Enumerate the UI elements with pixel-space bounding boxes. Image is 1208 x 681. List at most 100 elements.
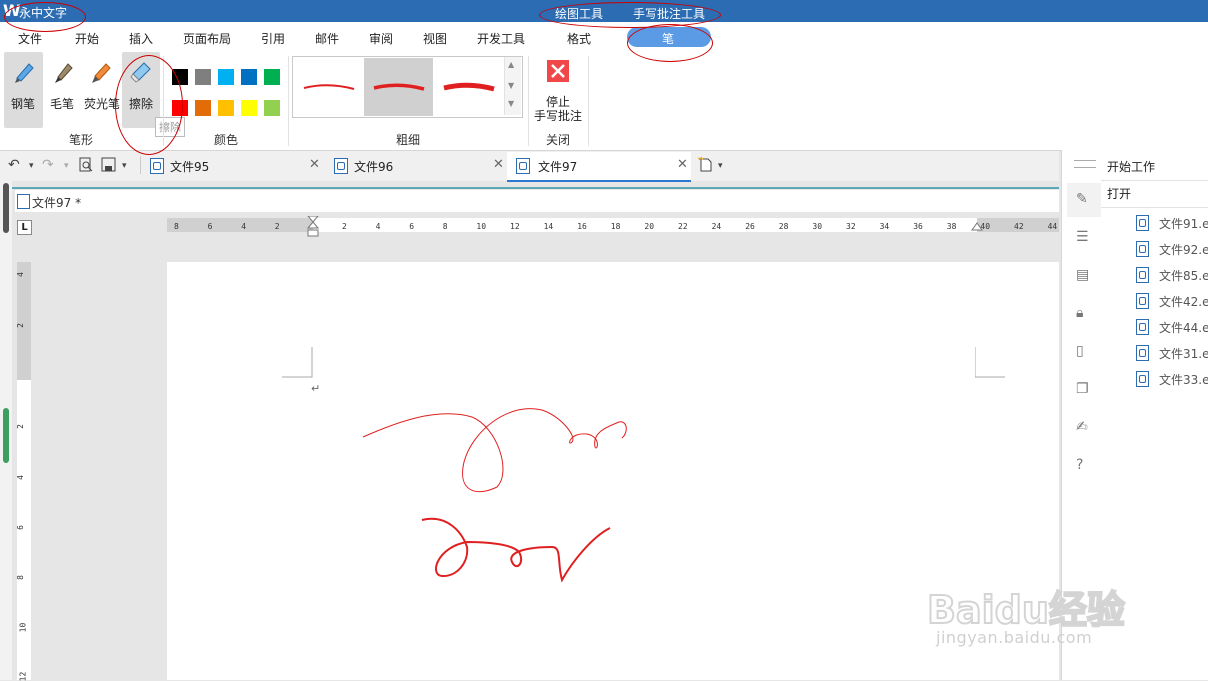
undo-dropdown-icon[interactable]: ▾: [29, 161, 34, 171]
undo-icon[interactable]: ↶: [8, 157, 20, 173]
scroll-handle[interactable]: [3, 183, 9, 233]
medium-stroke-icon: [373, 83, 425, 91]
redo-dropdown-icon[interactable]: ▾: [64, 161, 69, 171]
recent-file-label: 文件33.eio: [1159, 373, 1208, 387]
tab-page-layout[interactable]: 页面布局: [183, 30, 231, 47]
close-icon[interactable]: ✕: [493, 157, 504, 172]
tab-view[interactable]: 视图: [423, 30, 447, 47]
recent-file-item[interactable]: 文件92.eio: [1136, 239, 1208, 259]
ruler-tick-label: 28: [778, 222, 789, 231]
tab-references[interactable]: 引用: [261, 30, 285, 47]
ruler-tick-label: 38: [946, 222, 957, 231]
divider: [1101, 207, 1208, 208]
app-logo-icon: W: [3, 1, 21, 20]
app-title: 永中文字: [19, 6, 68, 20]
ruler-tick-label: 22: [678, 222, 688, 231]
doc-tab-96[interactable]: 文件96 ✕: [326, 152, 506, 180]
tab-insert[interactable]: 插入: [129, 30, 153, 47]
close-icon[interactable]: ✕: [677, 157, 688, 172]
recent-file-item[interactable]: 文件31.eio: [1136, 343, 1208, 363]
document-icon: [1136, 293, 1149, 309]
color-swatch[interactable]: [172, 69, 188, 85]
ruler-tick-label: 8: [442, 222, 448, 231]
gallery-more-icon[interactable]: ▼: [508, 99, 514, 108]
gallery-scrollbar[interactable]: ▲ ▼ ▼: [504, 57, 521, 115]
ruler-tick-label: 32: [846, 222, 856, 231]
doc-tab-label: 文件97: [538, 160, 578, 174]
color-swatch[interactable]: [241, 69, 257, 85]
panel-grip-icon[interactable]: [1074, 160, 1096, 168]
color-swatch[interactable]: [264, 100, 280, 116]
tab-mailings[interactable]: 邮件: [315, 30, 339, 47]
stroke-thick-option[interactable]: [434, 58, 503, 116]
tab-pen[interactable]: 笔: [627, 27, 711, 47]
scroll-down-icon[interactable]: ▼: [508, 81, 514, 90]
lock-icon[interactable]: 🔒︎: [1076, 305, 1083, 321]
pencil-icon[interactable]: ✎: [1076, 191, 1088, 207]
context-tab-drawing-tools[interactable]: 绘图工具: [555, 5, 603, 22]
edit-icon[interactable]: ✍: [1076, 419, 1088, 435]
ruler-tick-label: 4: [15, 475, 25, 480]
tab-developer[interactable]: 开发工具: [477, 30, 525, 47]
color-swatch[interactable]: [241, 100, 257, 116]
clipboard-icon[interactable]: ▯: [1076, 343, 1084, 359]
recent-file-item[interactable]: 文件91.eio: [1136, 213, 1208, 233]
divider: [528, 56, 529, 146]
recent-file-label: 文件92.eio: [1159, 243, 1208, 257]
indent-marker-icon[interactable]: [307, 216, 319, 238]
brush-tool-button[interactable]: [46, 52, 78, 128]
ruler-tick-label: 18: [610, 222, 621, 231]
tab-file[interactable]: 文件: [18, 30, 42, 47]
stroke-thin-option[interactable]: [294, 58, 363, 116]
outline-icon[interactable]: ▤: [1076, 267, 1089, 283]
doc-tab-label: 文件96: [354, 160, 394, 174]
tab-review[interactable]: 审阅: [369, 30, 393, 47]
ruler-tick-label: 34: [879, 222, 890, 231]
new-document-dropdown-icon[interactable]: ▾: [718, 161, 723, 171]
ruler-tick-label: 10: [476, 222, 487, 231]
redo-icon[interactable]: ↷: [42, 157, 54, 173]
close-icon[interactable]: ✕: [309, 157, 320, 172]
ruler-tick-label: 8: [174, 222, 179, 231]
stroke-medium-option[interactable]: [364, 58, 433, 116]
save-icon[interactable]: [101, 157, 117, 173]
recent-file-item[interactable]: 文件85.eio: [1136, 265, 1208, 285]
quick-access-dropdown-icon[interactable]: ▾: [122, 161, 127, 171]
color-swatch[interactable]: [172, 100, 188, 116]
doc-tab-label: 文件95: [170, 160, 210, 174]
task-pane-open-section[interactable]: 打开: [1107, 185, 1131, 202]
ruler-tick-label: 4: [375, 222, 381, 231]
color-swatch[interactable]: [195, 69, 211, 85]
copy-icon[interactable]: ❐: [1076, 381, 1089, 397]
ruler-tick-label: 2: [274, 222, 280, 231]
document-icon: [17, 194, 30, 209]
document-icon: [1136, 371, 1149, 387]
ruler-tick-label: 2: [15, 323, 25, 328]
color-swatch[interactable]: [195, 100, 211, 116]
help-icon[interactable]: ?: [1076, 457, 1083, 473]
pen-tool-button[interactable]: [4, 52, 43, 128]
color-swatch[interactable]: [218, 100, 234, 116]
new-document-icon[interactable]: [698, 157, 714, 173]
handwriting-ink-layer[interactable]: [167, 262, 1059, 680]
watermark-url: jingyan.baidu.com: [936, 628, 1093, 647]
highlighter-tool-button[interactable]: [82, 52, 120, 128]
document-icon: [1136, 319, 1149, 335]
print-preview-icon[interactable]: [78, 157, 94, 173]
recent-file-item[interactable]: 文件33.eio: [1136, 369, 1208, 389]
color-swatch[interactable]: [218, 69, 234, 85]
recent-file-item[interactable]: 文件44.eio: [1136, 317, 1208, 337]
recent-file-item[interactable]: 文件42.eio: [1136, 291, 1208, 311]
settings-sliders-icon[interactable]: ☰: [1076, 229, 1089, 245]
doc-tab-95[interactable]: 文件95 ✕: [142, 152, 322, 180]
scroll-up-icon[interactable]: ▲: [508, 60, 514, 69]
document-name: 文件97 *: [32, 196, 82, 210]
tab-format[interactable]: 格式: [567, 30, 591, 47]
doc-tab-97[interactable]: 文件97 ✕: [507, 152, 691, 182]
tab-stop-selector[interactable]: L: [17, 220, 32, 235]
context-tab-handwriting-tools[interactable]: 手写批注工具: [633, 5, 705, 22]
watermark-brand: Baidu经验: [927, 588, 1125, 632]
vertical-scroll-handle[interactable]: [3, 408, 9, 463]
color-swatch[interactable]: [264, 69, 280, 85]
tab-home[interactable]: 开始: [75, 30, 99, 47]
